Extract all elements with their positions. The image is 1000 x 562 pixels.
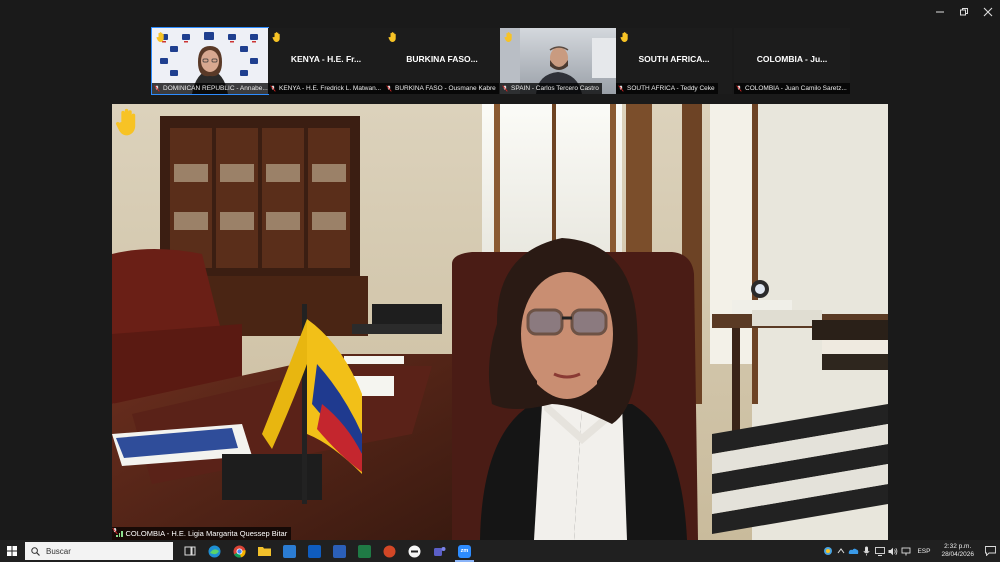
taskbar-app-excel[interactable] [352,540,377,562]
participant-display-name: SOUTH AFRICA... [638,54,710,64]
notification-icon [984,546,996,556]
microphone-icon [863,546,870,556]
participant-name-label: KENYA - H.E. Fredrick L. Matwan... [268,83,384,94]
close-button[interactable] [976,0,1000,24]
participant-display-name: COLOMBIA - Ju... [756,54,828,64]
taskbar-app-teams[interactable] [427,540,452,562]
participant-tile[interactable]: COLOMBIA - Ju... COLOMBIA - Juan Camilo … [734,28,850,94]
minimize-button[interactable] [928,0,952,24]
muted-mic-icon [270,85,276,92]
participant-display-name: KENYA - H.E. Fr... [290,54,362,64]
network-button[interactable] [899,540,912,562]
taskbar-app-zoom[interactable]: zm [452,540,477,562]
start-button[interactable] [0,540,24,562]
participant-tile[interactable]: BURKINA FASO... BURKINA FASO - Ousmane K… [384,28,500,94]
raised-hand-icon [272,32,280,42]
restore-icon [960,8,968,16]
raised-hand-icon [620,32,628,42]
windows-taskbar: Buscar zm ESP 2:32 p.m. 28/04/2026 [0,540,1000,562]
search-icon [31,546,40,556]
taskbar-app-outlook-new[interactable] [277,540,302,562]
main-speaker-video[interactable]: COLOMBIA - H.E. Ligia Margarita Quessep … [112,104,888,540]
taskbar-app-powerpoint[interactable] [377,540,402,562]
muted-mic-icon [736,85,742,92]
chrome-icon [233,545,246,558]
participant-tile[interactable]: DOMINICAN REPUBLIC - Annabe... [151,27,269,95]
volume-button[interactable] [886,540,899,562]
muted-mic-icon [154,85,160,92]
task-view-icon [184,546,195,556]
taskbar-search-box[interactable]: Buscar [25,542,173,560]
volume-icon [888,547,898,555]
monitor-icon [874,546,885,556]
microphone-button[interactable] [860,540,873,562]
input-language[interactable]: ESP [917,548,930,555]
main-speaker-label: COLOMBIA - H.E. Ligia Margarita Quessep … [112,527,292,540]
taskbar-app-outlook[interactable] [302,540,327,562]
powerpoint-icon [383,545,396,557]
outlook-new-icon [283,544,296,558]
participant-name-label: BURKINA FASO - Ousmane Kabre [384,83,499,94]
raised-hand-icon [504,32,512,42]
chevron-up-icon [837,548,845,554]
taskbar-app-word[interactable] [327,540,352,562]
outlook-icon [308,544,321,558]
participant-name-label: SOUTH AFRICA - Teddy Ceke [616,83,718,94]
muted-mic-icon [386,85,392,92]
network-icon [901,547,911,555]
taskbar-app-file-explorer[interactable] [252,540,277,562]
cloud-icon [849,548,859,554]
taskbar-app-edge[interactable] [202,540,227,562]
clock-time: 2:32 p.m. [944,543,972,550]
window-controls [928,0,1000,24]
video-feed [112,104,888,540]
display-button[interactable] [873,540,886,562]
participant-tile[interactable]: KENYA - H.E. Fr... KENYA - H.E. Fredrick… [268,28,384,94]
clock[interactable]: 2:32 p.m. 28/04/2026 [941,543,974,559]
folder-icon [258,547,271,556]
search-placeholder: Buscar [46,546,71,556]
task-view-button[interactable] [177,540,202,562]
show-hidden-icons-button[interactable] [834,540,847,562]
taskbar-apps: zm [177,540,477,562]
weather-button[interactable] [821,540,834,562]
muted-mic-icon [618,85,624,92]
raised-hand-icon [388,32,396,42]
close-icon [983,7,993,17]
muted-mic-icon [112,527,118,535]
edge-icon [208,545,221,557]
teams-icon [434,546,446,556]
participant-tile[interactable]: SPAIN - Carlos Tercero Castro [500,28,616,94]
app-circle-icon [408,545,421,557]
zoom-icon: zm [458,544,471,558]
minimize-icon [936,11,944,13]
participant-name-label: COLOMBIA - Juan Camilo Saretz... [734,83,850,94]
system-tray: ESP 2:32 p.m. 28/04/2026 [821,540,1000,562]
weather-icon [823,547,832,555]
raised-hand-icon [156,32,164,42]
windows-logo-icon [7,546,17,556]
participant-tile[interactable]: SOUTH AFRICA... SOUTH AFRICA - Teddy Cek… [616,28,732,94]
participant-display-name: BURKINA FASO... [406,54,478,64]
taskbar-app-chrome[interactable] [227,540,252,562]
taskbar-app-circle[interactable] [402,540,427,562]
clock-date: 28/04/2026 [941,551,974,558]
word-icon [333,544,346,558]
participant-name-label: SPAIN - Carlos Tercero Castro [500,83,602,94]
onedrive-button[interactable] [847,540,860,562]
excel-icon [358,544,371,558]
muted-mic-icon [502,85,508,92]
participant-strip: DOMINICAN REPUBLIC - Annabe... KENYA - H… [150,27,850,95]
notifications-button[interactable] [980,546,1000,556]
participant-name-label: DOMINICAN REPUBLIC - Annabe... [152,83,268,94]
raised-hand-icon [115,108,136,136]
restore-button[interactable] [952,0,976,24]
